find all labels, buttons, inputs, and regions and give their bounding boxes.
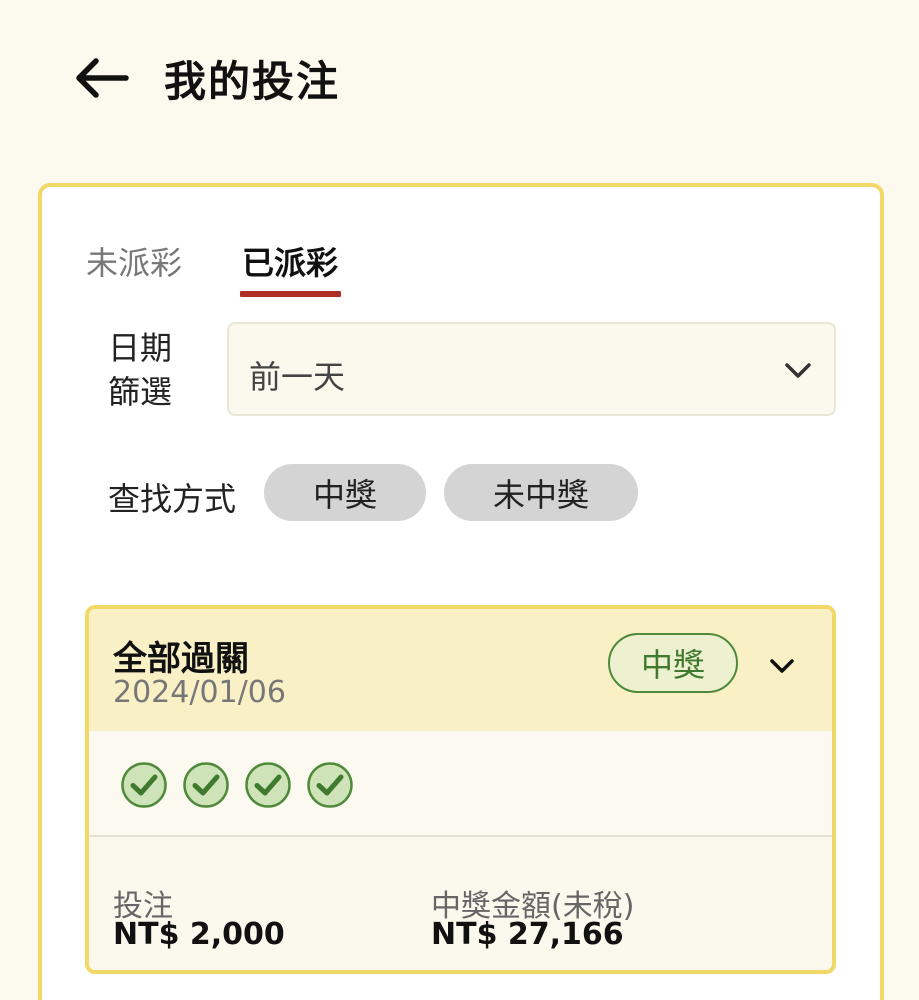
header: 我的投注 — [0, 0, 919, 150]
check-circle-icon — [307, 762, 353, 808]
stake-value: NT$ 2,000 — [113, 917, 285, 952]
date-filter-select[interactable]: 前一天 — [227, 322, 836, 416]
status-badge: 中獎 — [608, 633, 738, 693]
chevron-down-icon[interactable] — [764, 653, 800, 679]
search-method-label: 查找方式 — [108, 480, 237, 518]
back-button[interactable] — [72, 55, 130, 101]
filter-lost-button[interactable]: 未中獎 — [444, 464, 638, 521]
date-filter-value: 前一天 — [249, 358, 346, 396]
date-filter-label: 日期篩選 — [108, 329, 173, 411]
my-bets-page: 我的投注 未派彩 已派彩 日期篩選 前一天 查找方式 中獎 未中獎 全部過關 2… — [0, 0, 919, 1000]
tab-unsettled[interactable]: 未派彩 — [86, 238, 182, 284]
bet-date: 2024/01/06 — [113, 675, 286, 710]
bet-card-header: 全部過關 2024/01/06 中獎 — [89, 609, 832, 731]
tab-settled[interactable]: 已派彩 — [242, 238, 338, 284]
arrow-left-icon — [76, 58, 129, 98]
bet-type: 全部過關 — [113, 639, 249, 679]
payout-value: NT$ 27,166 — [431, 917, 624, 952]
bet-card: 全部過關 2024/01/06 中獎 投注 NT$ 2,000 中獎金額(未稅)… — [85, 605, 836, 974]
filter-won-button[interactable]: 中獎 — [264, 464, 426, 521]
page-title: 我的投注 — [164, 57, 341, 106]
check-circle-icon — [121, 762, 167, 808]
bet-legs-row — [89, 731, 832, 837]
check-circle-icon — [183, 762, 229, 808]
check-circle-icon — [245, 762, 291, 808]
active-tab-indicator — [240, 291, 341, 297]
chevron-down-icon — [785, 363, 811, 378]
